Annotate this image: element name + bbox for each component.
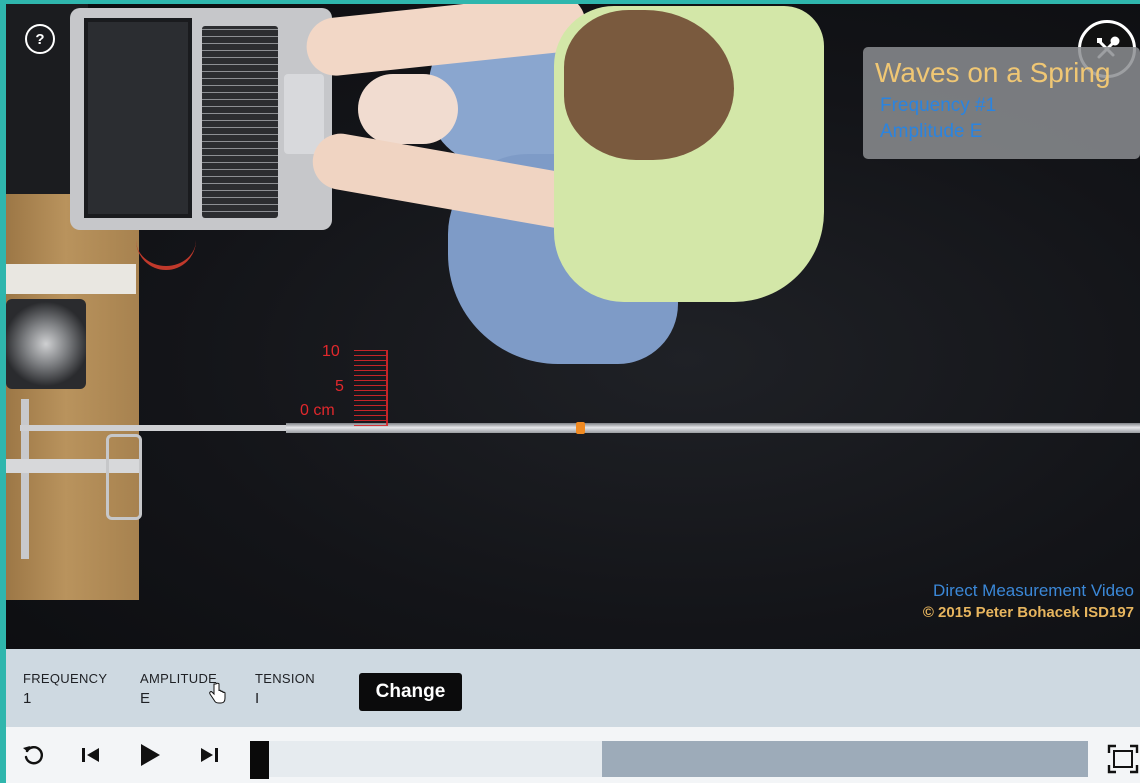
- scene-laptop-keyboard: [202, 26, 278, 218]
- scene-speaker: [6, 299, 86, 389]
- tension-control: TENSION I: [255, 671, 315, 707]
- scene-driver-rod: [20, 425, 290, 431]
- scene-cable: [136, 226, 196, 270]
- scene-clamp: [21, 399, 29, 559]
- step-back-button[interactable]: [78, 739, 104, 771]
- frequency-label: FREQUENCY: [23, 671, 108, 686]
- change-button[interactable]: Change: [359, 673, 462, 711]
- step-forward-icon: [201, 748, 218, 762]
- step-forward-button[interactable]: [196, 739, 222, 771]
- timeline-track[interactable]: [250, 741, 1088, 777]
- spring-marker: [576, 422, 585, 434]
- ruler-label-10: 10: [322, 343, 340, 360]
- video-title-overlay: Waves on a Spring Frequency #1 Amplitude…: [863, 47, 1140, 159]
- scene-person-foot: [358, 74, 458, 144]
- video-player: 10 5 0 cm ? Waves on a Spring Frequency …: [6, 4, 1140, 783]
- measurement-ruler: [354, 350, 388, 426]
- control-panel: FREQUENCY 1 AMPLITUDE E TENSION I Change: [6, 649, 1140, 727]
- tension-label: TENSION: [255, 671, 315, 686]
- ruler-label-5: 5: [335, 378, 344, 395]
- video-title: Waves on a Spring: [875, 57, 1111, 88]
- credit-title: Direct Measurement Video: [933, 581, 1134, 600]
- timeline-scrubber[interactable]: [250, 741, 269, 779]
- tension-value: I: [255, 690, 260, 707]
- frequency-value: 1: [23, 690, 32, 707]
- video-frame[interactable]: 10 5 0 cm ? Waves on a Spring Frequency …: [6, 4, 1140, 649]
- timeline-buffered: [601, 741, 1088, 777]
- spring: [286, 423, 1140, 433]
- replay-icon: [23, 746, 43, 765]
- step-back-icon: [82, 748, 99, 762]
- fullscreen-button[interactable]: [1106, 743, 1140, 775]
- play-icon: [141, 744, 160, 766]
- video-amplitude-caption: Amplitude E: [880, 121, 983, 142]
- play-button[interactable]: [136, 739, 164, 771]
- playback-bar: [6, 727, 1140, 783]
- help-button[interactable]: ?: [25, 24, 55, 54]
- frequency-control: FREQUENCY 1: [23, 671, 107, 707]
- amplitude-value: E: [140, 690, 151, 707]
- amplitude-label: AMPLITUDE: [140, 671, 218, 686]
- scene-laptop-trackpad: [284, 74, 324, 154]
- scene-shelf: [6, 264, 136, 294]
- video-frequency-caption: Frequency #1: [880, 95, 997, 116]
- hand-cursor-icon: [209, 682, 226, 704]
- fullscreen-icon: [1107, 744, 1139, 774]
- amplitude-control: AMPLITUDE E: [140, 671, 217, 707]
- replay-button[interactable]: [20, 739, 46, 771]
- scene-laptop-screen: [84, 18, 192, 218]
- credit-copyright: © 2015 Peter Bohacek ISD197: [922, 604, 1134, 621]
- scene-clamp-knob: [106, 434, 142, 520]
- ruler-label-0: 0 cm: [300, 402, 335, 419]
